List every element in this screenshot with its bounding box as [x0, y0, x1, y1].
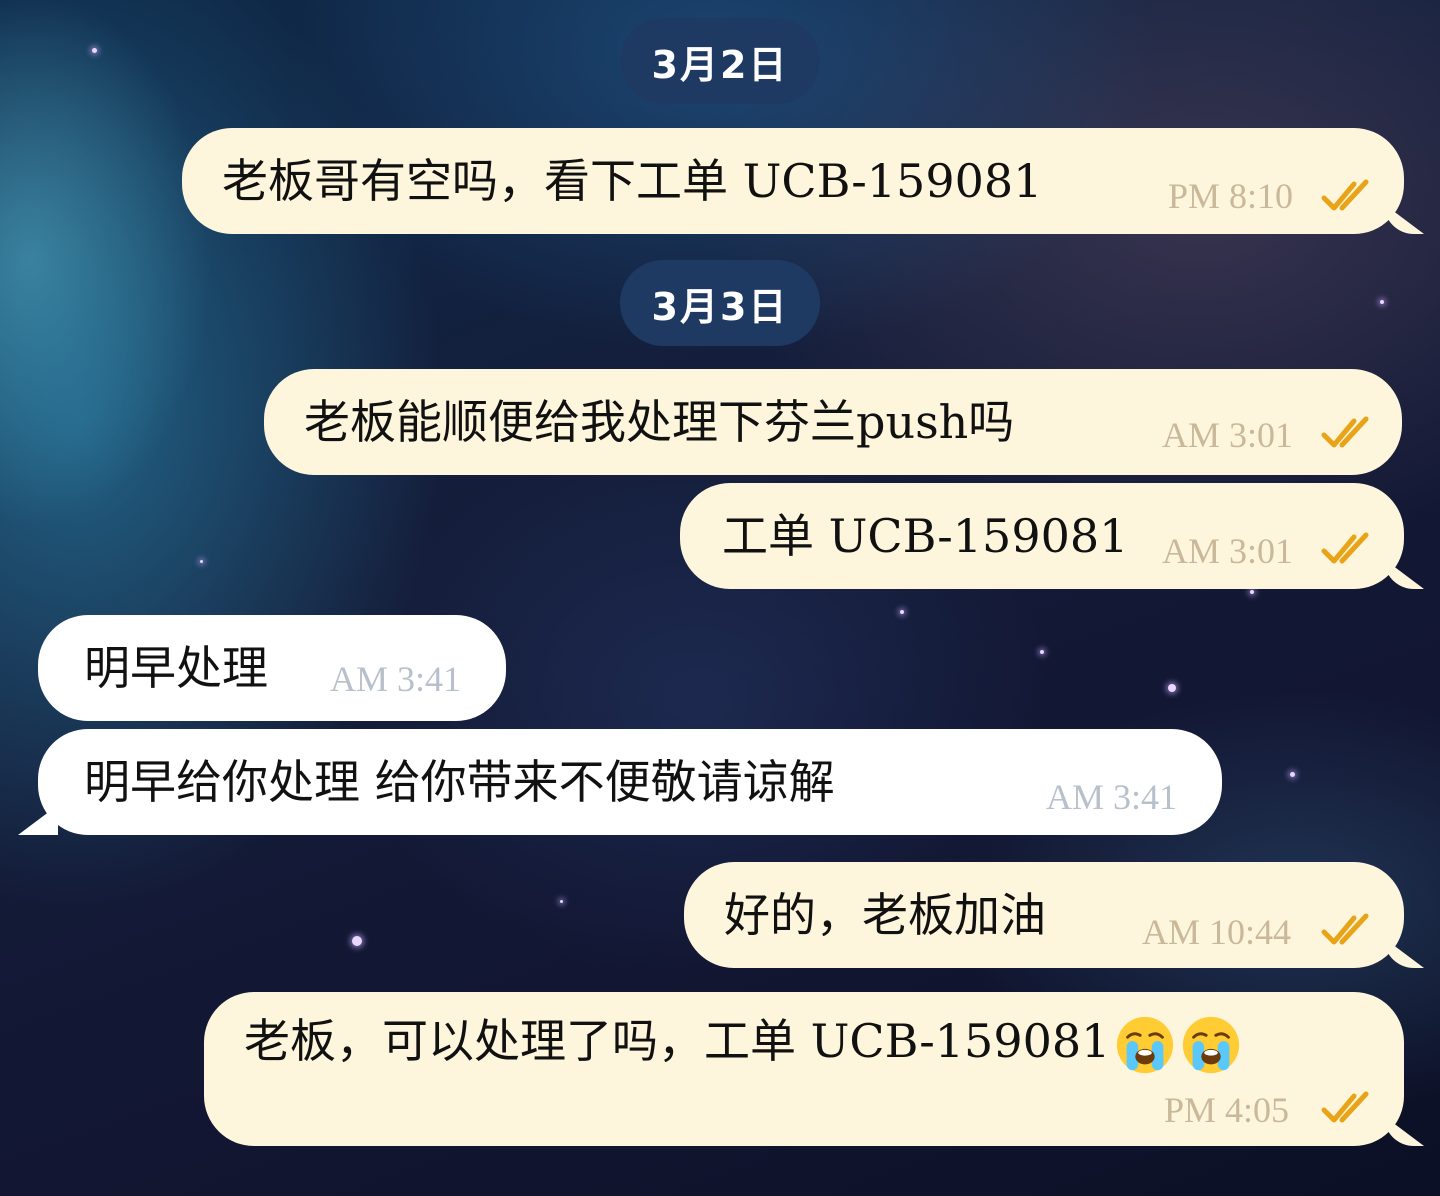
background-star [200, 560, 203, 563]
message-text: 工单 UCB-159081 [722, 509, 1129, 563]
message-time: AM 3:01 [1162, 415, 1294, 455]
message-text: 老板，可以处理了吗，工单 UCB-159081 [244, 1014, 1242, 1076]
background-star [352, 936, 362, 946]
message-bubble-outgoing[interactable]: 老板哥有空吗，看下工单 UCB-159081 PM 8:10 [182, 128, 1404, 234]
date-label: 3月2日 [651, 42, 789, 87]
read-double-check-icon [1321, 532, 1369, 564]
read-double-check-icon [1321, 179, 1369, 211]
message-time: PM 4:05 [1164, 1090, 1290, 1130]
background-star [1040, 650, 1044, 654]
read-double-check-icon [1321, 913, 1369, 945]
message-bubble-outgoing[interactable]: 老板，可以处理了吗，工单 UCB-159081 PM 4:05 [204, 992, 1404, 1146]
background-star [1250, 590, 1254, 594]
message-time: AM 3:41 [1046, 777, 1178, 817]
date-separator: 3月2日 [620, 18, 820, 104]
message-text: 明早给你处理 给你带来不便敬请谅解 [84, 755, 835, 809]
date-label: 3月3日 [651, 284, 789, 329]
background-star [1168, 684, 1176, 692]
message-text: 老板哥有空吗，看下工单 UCB-159081 [222, 154, 1043, 208]
crying-face-icon [1183, 1016, 1240, 1074]
background-star [560, 900, 563, 903]
background-star [900, 610, 904, 614]
crying-face-icon [1117, 1016, 1174, 1074]
background-star [1380, 300, 1384, 304]
message-bubble-outgoing[interactable]: 工单 UCB-159081 AM 3:01 [680, 483, 1404, 589]
read-double-check-icon [1321, 1091, 1369, 1123]
message-bubble-outgoing[interactable]: 老板能顺便给我处理下芬兰push吗 AM 3:01 [264, 369, 1402, 475]
message-time: PM 8:10 [1168, 176, 1294, 216]
read-double-check-icon [1321, 416, 1369, 448]
message-time: AM 3:41 [330, 659, 462, 699]
background-star [92, 48, 97, 53]
message-text-content: 老板，可以处理了吗，工单 UCB-159081 [244, 1014, 1111, 1068]
message-text: 明早处理 [84, 641, 268, 695]
message-time: AM 10:44 [1142, 912, 1292, 952]
background-star [1290, 772, 1295, 777]
date-separator: 3月3日 [620, 260, 820, 346]
message-bubble-incoming[interactable]: 明早给你处理 给你带来不便敬请谅解 AM 3:41 [38, 729, 1222, 835]
message-text: 老板能顺便给我处理下芬兰push吗 [304, 395, 1015, 449]
message-text: 好的，老板加油 [724, 888, 1046, 942]
message-time: AM 3:01 [1162, 531, 1294, 571]
message-bubble-outgoing[interactable]: 好的，老板加油 AM 10:44 [684, 862, 1404, 968]
message-bubble-incoming[interactable]: 明早处理 AM 3:41 [38, 615, 506, 721]
